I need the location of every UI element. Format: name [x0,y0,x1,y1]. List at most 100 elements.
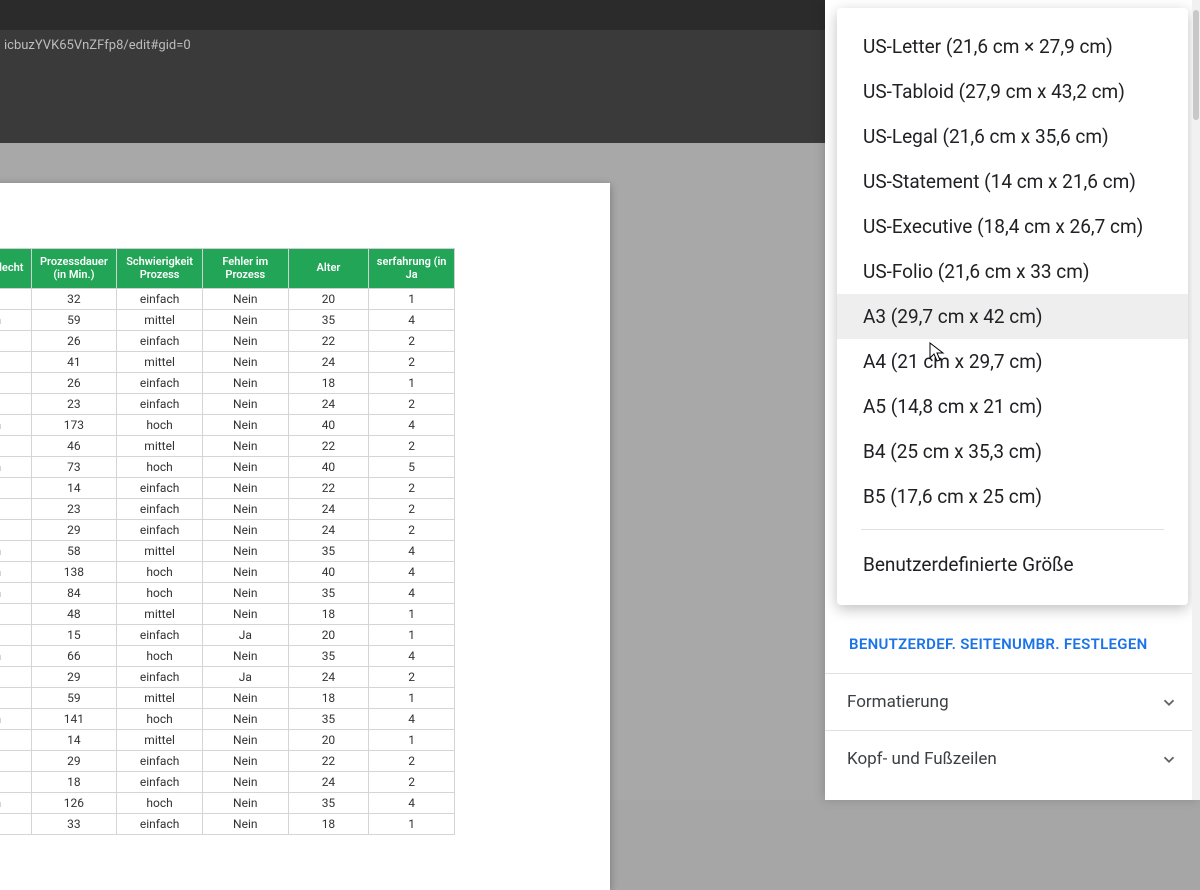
table-cell: m [0,562,31,583]
table-cell: w [0,394,31,415]
table-cell: Nein [202,730,288,751]
table-row: w33einfachNein181 [0,814,455,835]
table-cell: w [0,520,31,541]
paper-size-custom[interactable]: Benutzerdefinierte Größe [837,542,1188,587]
table-cell: 14 [31,478,117,499]
table-cell: m [0,646,31,667]
table-cell: 20 [288,625,369,646]
table-cell: 2 [369,772,455,793]
table-cell: 2 [369,667,455,688]
table-cell: 14 [31,730,117,751]
table-cell: w [0,478,31,499]
set-custom-page-breaks-link[interactable]: BENUTZERDEF. SEITENUMBR. FESTLEGEN [825,617,1200,673]
table-cell: w [0,667,31,688]
table-cell: 35 [288,583,369,604]
paper-size-option[interactable]: B4 (25 cm x 35,3 cm) [837,429,1188,474]
table-cell: 22 [288,331,369,352]
table-row: w48mittelNein181 [0,604,455,625]
table-cell: einfach [117,625,203,646]
table-cell: hoch [117,457,203,478]
scrollbar-thumb[interactable] [1193,10,1199,120]
table-cell: w [0,289,31,310]
table-row: w46mittelNein222 [0,436,455,457]
paper-size-option[interactable]: A4 (21 cm x 29,7 cm) [837,339,1188,384]
table-cell: 4 [369,709,455,730]
table-row: m138hochNein404 [0,562,455,583]
paper-size-option[interactable]: US-Tabloid (27,9 cm x 43,2 cm) [837,69,1188,114]
table-row: w59mittelNein181 [0,688,455,709]
table-cell: 59 [31,310,117,331]
paper-size-option[interactable]: US-Letter (21,6 cm × 27,9 cm) [837,24,1188,69]
table-cell: hoch [117,646,203,667]
table-header: Alter [288,249,369,289]
paper-size-option[interactable]: US-Legal (21,6 cm x 35,6 cm) [837,114,1188,159]
table-cell: 15 [31,625,117,646]
table-cell: 2 [369,478,455,499]
table-cell: 141 [31,709,117,730]
table-cell: 29 [31,667,117,688]
table-cell: Nein [202,646,288,667]
table-row: m73hochNein405 [0,457,455,478]
table-header: Schwierigkeit Prozess [117,249,203,289]
table-row: m141hochNein354 [0,709,455,730]
table-cell: 46 [31,436,117,457]
table-cell: 24 [288,520,369,541]
table-cell: w [0,751,31,772]
paper-size-option[interactable]: B5 (17,6 cm x 25 cm) [837,474,1188,519]
table-cell: m [0,415,31,436]
table-cell: 35 [288,541,369,562]
table-cell: Ja [202,667,288,688]
table-cell: 4 [369,562,455,583]
paper-size-option[interactable]: US-Folio (21,6 cm x 33 cm) [837,249,1188,294]
table-cell: Nein [202,709,288,730]
table-cell: 2 [369,394,455,415]
table-cell: w [0,625,31,646]
table-header: Prozessdauer (in Min.) [31,249,117,289]
table-cell: w [0,373,31,394]
table-row: w26einfachNein222 [0,331,455,352]
table-cell: 2 [369,751,455,772]
paper-size-option[interactable]: A5 (14,8 cm x 21 cm) [837,384,1188,429]
paper-size-option[interactable]: A3 (29,7 cm x 42 cm) [837,294,1188,339]
table-cell: mittel [117,352,203,373]
url-fragment: icbuzYVK65VnZFfp8/edit#gid=0 [0,38,191,53]
table-cell: 35 [288,709,369,730]
table-cell: 59 [31,688,117,709]
table-cell: m [0,793,31,814]
table-cell: 138 [31,562,117,583]
table-cell: 73 [31,457,117,478]
table-cell: Nein [202,814,288,835]
table-cell: w [0,730,31,751]
table-cell: einfach [117,478,203,499]
table-row: w18einfachNein242 [0,772,455,793]
table-header: serfahrung (in Ja [369,249,455,289]
table-cell: 40 [288,562,369,583]
table-cell: 41 [31,352,117,373]
table-cell: Nein [202,478,288,499]
paper-size-option[interactable]: US-Statement (14 cm x 21,6 cm) [837,159,1188,204]
accordion-formatting[interactable]: Formatierung [825,673,1200,730]
table-cell: 22 [288,436,369,457]
accordion-headers-footers[interactable]: Kopf- und Fußzeilen [825,730,1200,787]
table-cell: 20 [288,289,369,310]
table-cell: 24 [288,352,369,373]
preview-page: GeschlechtProzessdauer (in Min.)Schwieri… [0,183,610,890]
table-cell: 4 [369,541,455,562]
table-row: m58mittelNein354 [0,541,455,562]
table-cell: einfach [117,289,203,310]
table-cell: 2 [369,331,455,352]
table-cell: 1 [369,604,455,625]
table-cell: hoch [117,793,203,814]
table-cell: 24 [288,772,369,793]
table-cell: m [0,457,31,478]
table-cell: 84 [31,583,117,604]
table-cell: w [0,814,31,835]
table-cell: einfach [117,667,203,688]
table-cell: mittel [117,541,203,562]
print-settings-panel: US-Letter (21,6 cm × 27,9 cm)US-Tabloid … [825,0,1200,800]
table-cell: 1 [369,688,455,709]
panel-scrollbar[interactable] [1192,0,1200,800]
table-cell: Nein [202,352,288,373]
table-row: m173hochNein404 [0,415,455,436]
paper-size-option[interactable]: US-Executive (18,4 cm x 26,7 cm) [837,204,1188,249]
